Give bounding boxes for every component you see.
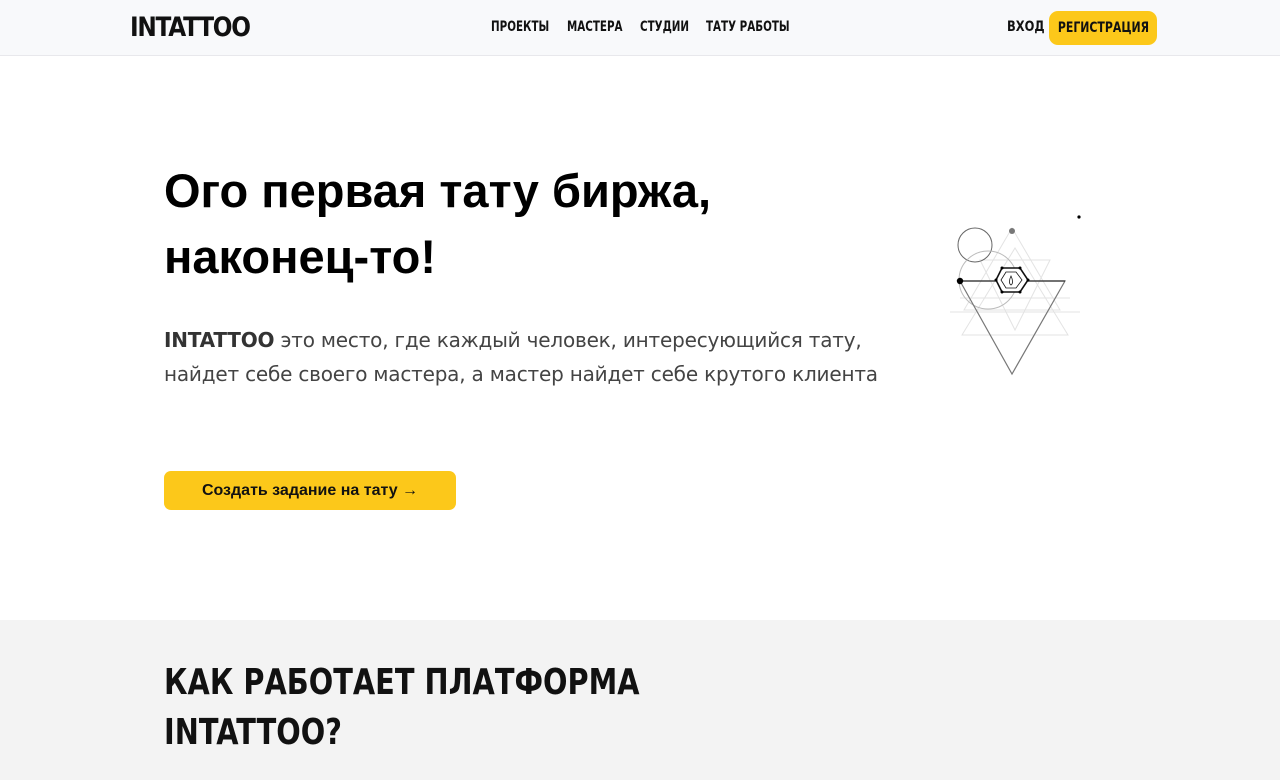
register-button[interactable]: РЕГИСТРАЦИЯ bbox=[1049, 11, 1157, 45]
logo[interactable]: INTATTOO bbox=[130, 12, 251, 43]
hero-brand: INTATTOO bbox=[164, 328, 275, 352]
create-task-button[interactable]: Создать задание на тату → bbox=[164, 471, 456, 510]
create-task-button-label: Создать задание на тату → bbox=[201, 481, 419, 499]
nav-masters[interactable]: МАСТЕРА bbox=[567, 19, 623, 35]
geometric-tattoo-illustration bbox=[950, 215, 1081, 376]
register-button-label: РЕГИСТРАЦИЯ bbox=[1057, 20, 1149, 36]
how-it-works-title: КАК РАБОТАЕТ ПЛАТФОРМА INTATTOO? bbox=[164, 662, 640, 753]
nav-projects[interactable]: ПРОЕКТЫ bbox=[491, 19, 549, 35]
hero-description: INTATTOO это место, где каждый человек, … bbox=[164, 323, 884, 391]
nav-studios[interactable]: СТУДИИ bbox=[640, 19, 689, 35]
login-link[interactable]: ВХОД bbox=[1007, 19, 1045, 35]
hero-title: Ого первая тату биржа, наконец-то! bbox=[164, 164, 712, 283]
how-it-works-section: КАК РАБОТАЕТ ПЛАТФОРМА INTATTOO? bbox=[0, 620, 1280, 780]
nav-tattoo-works[interactable]: ТАТУ РАБОТЫ bbox=[706, 19, 790, 35]
site-header: INTATTOO ПРОЕКТЫ МАСТЕРА СТУДИИ ТАТУ РАБ… bbox=[0, 0, 1280, 56]
